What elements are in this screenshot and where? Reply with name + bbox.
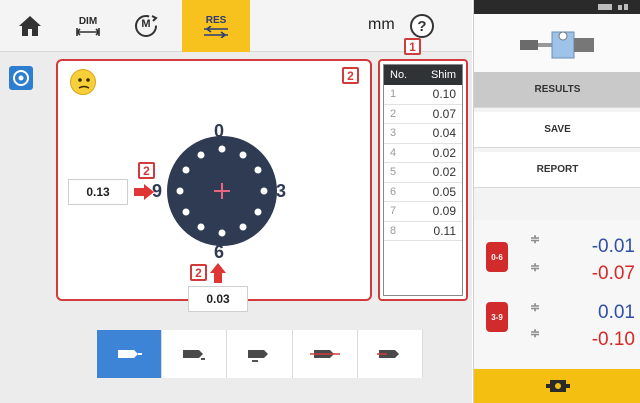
row-no: 1 [390, 88, 397, 101]
row-shim: 0.10 [432, 87, 456, 102]
res-label: RES [205, 14, 227, 26]
row-no: 5 [390, 166, 397, 179]
row-no: 6 [390, 185, 397, 198]
table-row[interactable]: 6 0.05 [384, 183, 462, 202]
application-area: DIM M RES mm ? 2 0 3 6 9 2 0.13 2 0.03 1… [0, 0, 472, 403]
callout-panel: 2 [342, 67, 359, 84]
save-menu-item[interactable]: SAVE [474, 112, 640, 148]
table-row[interactable]: 1 0.10 [384, 85, 462, 105]
machine-thumbnail[interactable] [474, 14, 640, 72]
signal-icon [598, 4, 628, 10]
view-settings-button[interactable] [9, 66, 33, 90]
measure-button[interactable]: M [124, 0, 168, 52]
view-mode-button-4[interactable] [292, 330, 358, 378]
machine-view-icon [118, 350, 143, 358]
dim-label: DIM [78, 15, 98, 27]
machine-view-icon [309, 350, 340, 358]
view-mode-button-3[interactable] [227, 330, 293, 378]
gap-icon: ≑ [530, 300, 541, 314]
machine-thumbnail-icon [520, 31, 594, 59]
left-shim-arrow [134, 184, 154, 200]
table-row[interactable]: 4 0.02 [384, 144, 462, 163]
position-right-label: 3 [276, 181, 287, 201]
row-no: 4 [390, 146, 397, 159]
home-button[interactable] [10, 0, 50, 52]
view-mode-button-5[interactable] [357, 330, 423, 378]
neutral-face-icon [70, 69, 96, 95]
shim-table-header: No. Shim [384, 65, 462, 85]
row-shim: 0.09 [432, 204, 456, 219]
result-group-0-6: 0-6 ≑ ≑ -0.01 -0.07 [474, 220, 640, 294]
callout-table: 1 [404, 38, 421, 55]
machine-icon [545, 380, 570, 392]
table-row[interactable]: 7 0.09 [384, 202, 462, 222]
shim-table: No. Shim 1 0.10 2 0.07 3 0.04 4 0.02 5 0.02 6… [383, 64, 463, 296]
col-shim-header: Shim [430, 69, 456, 81]
row-no: 8 [390, 224, 397, 237]
result-value-top: -0.01 [591, 236, 635, 257]
machine-view-icon [183, 350, 206, 360]
row-shim: 0.07 [432, 106, 456, 121]
measure-label: M [141, 18, 151, 30]
position-bottom-label: 6 [214, 242, 225, 262]
home-icon [19, 16, 41, 36]
settings-icon [13, 70, 29, 86]
offset-icon: ≑ [530, 260, 541, 274]
row-no: 2 [390, 107, 397, 120]
table-row[interactable]: 2 0.07 [384, 105, 462, 124]
alignment-diagram-panel: 2 0 3 6 9 2 0.13 2 0.03 [56, 59, 372, 312]
unit-label[interactable]: mm [368, 16, 395, 34]
table-row[interactable]: 3 0.04 [384, 124, 462, 144]
row-shim: 0.11 [433, 223, 456, 238]
report-menu-item[interactable]: REPORT [474, 152, 640, 188]
machine-view-icon [248, 350, 269, 362]
row-no: 7 [390, 205, 397, 218]
bottom-toolbar [97, 330, 423, 378]
help-button[interactable]: ? [410, 14, 434, 38]
row-shim: 0.02 [432, 145, 456, 160]
bottom-shim-value: 0.03 [188, 286, 248, 312]
table-row[interactable]: 5 0.02 [384, 163, 462, 183]
row-no: 3 [390, 127, 397, 140]
row-shim: 0.02 [432, 165, 456, 180]
table-row[interactable]: 8 0.11 [384, 222, 462, 241]
col-no-header: No. [390, 69, 408, 81]
dimensions-icon [75, 27, 101, 36]
results-badge-icon: 0-6 [486, 242, 508, 272]
device-panel: RESULTS SAVE REPORT 0-6 ≑ ≑ -0.01 -0.07 … [473, 0, 640, 403]
callout-bottom-arrow: 2 [190, 264, 207, 281]
callout-left-arrow: 2 [138, 162, 155, 179]
dim-button[interactable]: DIM [66, 0, 110, 52]
result-value-bottom: -0.10 [591, 329, 635, 350]
left-shim-value: 0.13 [68, 179, 128, 205]
row-shim: 0.05 [432, 184, 456, 199]
view-mode-button-1[interactable] [97, 330, 163, 378]
position-top-label: 0 [214, 121, 225, 141]
shim-table-panel: No. Shim 1 0.10 2 0.07 3 0.04 4 0.02 5 0.02 6… [378, 59, 468, 301]
row-shim: 0.04 [432, 126, 456, 141]
device-action-bar[interactable] [474, 369, 640, 403]
device-status-bar [474, 0, 640, 14]
result-value-top: 0.01 [598, 302, 635, 323]
result-value-bottom: -0.07 [591, 263, 635, 284]
results-menu-item[interactable]: RESULTS [474, 72, 640, 108]
bottom-shim-arrow [210, 263, 226, 283]
top-toolbar: DIM M RES mm ? [0, 0, 472, 52]
results-icon [204, 25, 228, 38]
view-mode-button-2[interactable] [162, 330, 228, 378]
help-icon: ? [417, 17, 427, 35]
result-group-3-9: 3-9 ≑ ≑ 0.01 -0.10 [474, 294, 640, 368]
results-badge-icon: 3-9 [486, 302, 508, 332]
gap-icon: ≑ [530, 232, 541, 246]
res-button[interactable]: RES [182, 0, 250, 52]
offset-icon: ≑ [530, 326, 541, 340]
machine-view-icon [376, 350, 399, 358]
